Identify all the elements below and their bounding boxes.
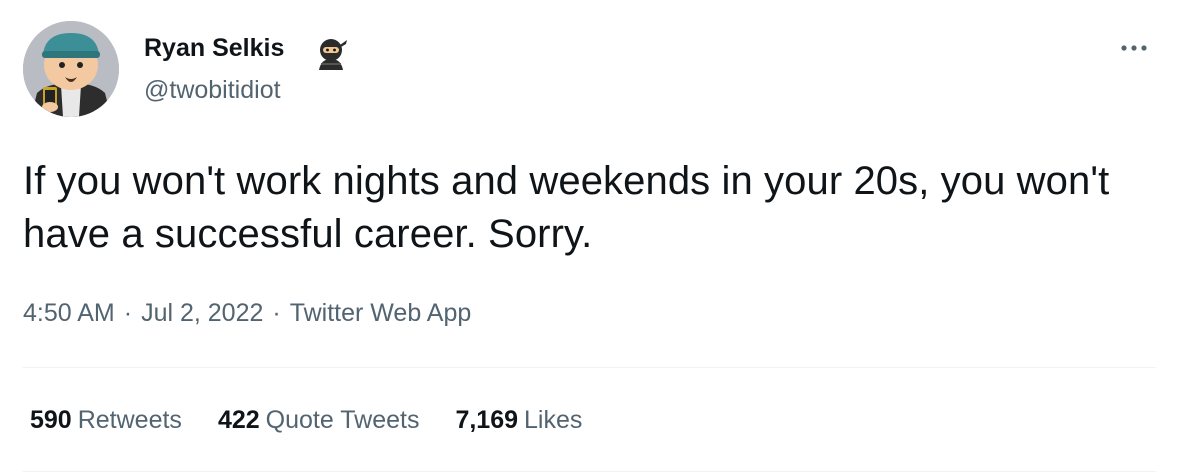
- cartoon-avatar-icon: [23, 21, 119, 117]
- stat-count: 590: [30, 406, 72, 434]
- divider: [23, 471, 1156, 472]
- ninja-emoji-icon: [313, 36, 349, 70]
- tweet-metadata: 4:50 AM · Jul 2, 2022 · Twitter Web App: [23, 297, 471, 329]
- separator-dot: ·: [123, 299, 133, 327]
- tweet-source[interactable]: Twitter Web App: [290, 299, 472, 327]
- tweet-text: If you won't work nights and weekends in…: [23, 159, 1110, 256]
- stat-label: Likes: [524, 406, 583, 434]
- user-handle[interactable]: @twobitidiot: [144, 75, 281, 105]
- stat-quote-tweets[interactable]: 422 Quote Tweets: [218, 404, 420, 436]
- separator-dot: ·: [272, 299, 281, 327]
- stat-label: Quote Tweets: [265, 406, 420, 434]
- tweet-time[interactable]: 4:50 AM: [23, 299, 115, 327]
- divider: [23, 367, 1156, 368]
- more-horizontal-icon: [1121, 45, 1147, 51]
- avatar[interactable]: [23, 21, 119, 117]
- stat-count: 422: [217, 406, 260, 434]
- stat-count: 7,169: [455, 406, 519, 434]
- tweet-date[interactable]: Jul 2, 2022: [141, 299, 263, 327]
- engagement-stats: 590 Retweets 422 Quote Tweets 7,169 Likes: [30, 404, 618, 436]
- tweet-card: Ryan Selkis @twobitidiot If you won't wo…: [0, 0, 1180, 474]
- stat-retweets[interactable]: 590 Retweets: [30, 404, 182, 436]
- more-options-button[interactable]: [1116, 34, 1156, 62]
- stat-likes[interactable]: 7,169 Likes: [455, 404, 582, 436]
- stat-label: Retweets: [77, 406, 182, 434]
- display-name[interactable]: Ryan Selkis: [144, 33, 284, 63]
